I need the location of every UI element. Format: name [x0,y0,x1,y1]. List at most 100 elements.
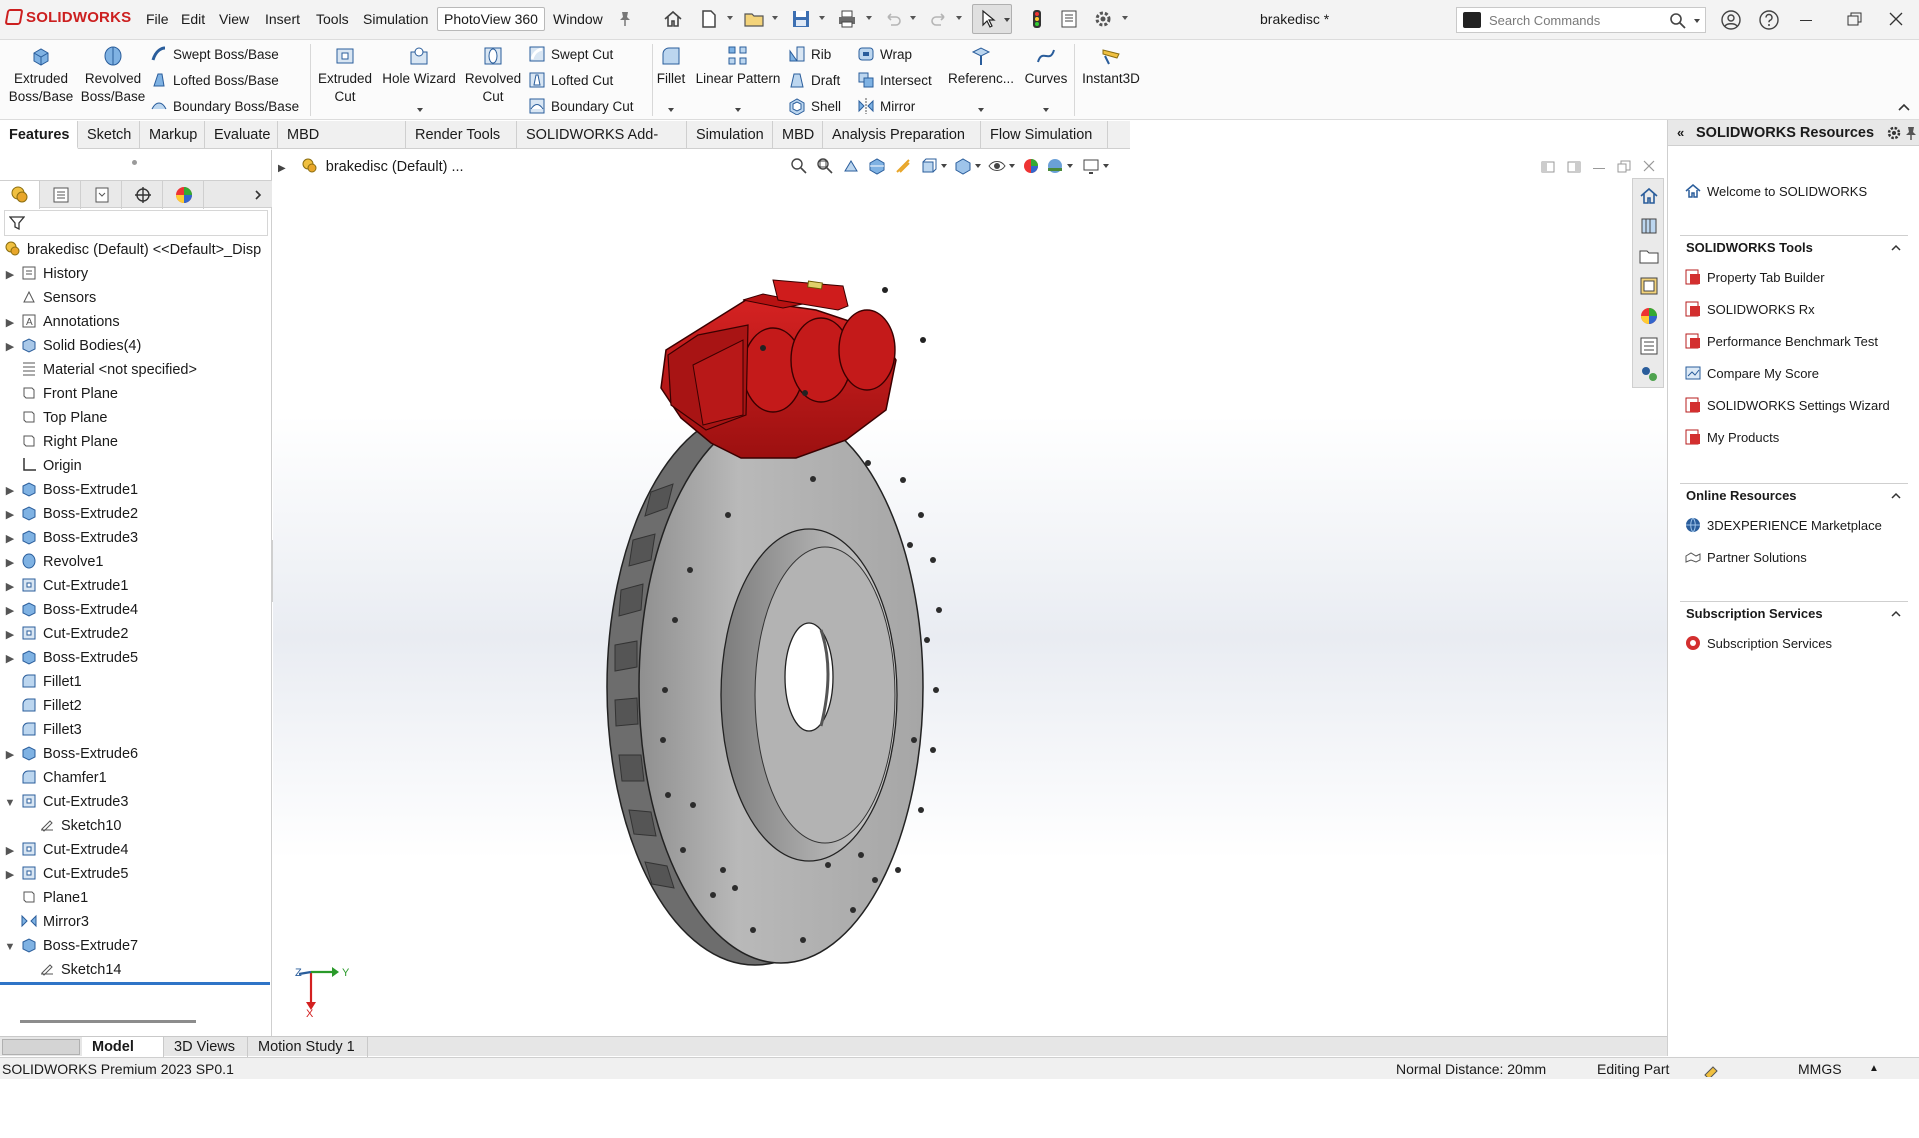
new-document-icon[interactable] [698,8,720,30]
view-orientation-icon[interactable] [920,157,938,175]
tab-sketch[interactable]: Sketch [78,121,140,149]
tree-item-fillet1[interactable]: Fillet1 [4,670,82,694]
account-icon[interactable] [1720,9,1742,31]
bottom-tab-motion-study-1[interactable]: Motion Study 1 [248,1037,368,1057]
tools-link-solidworks-settings-wizard[interactable]: SOLIDWORKS Settings Wizard [1684,396,1890,414]
tab-flow-simulation[interactable]: Flow Simulation [981,121,1108,149]
reference-geometry-button[interactable]: Referenc... [948,44,1014,112]
tree-root-part[interactable]: brakedisc (Default) <<Default>_Disp [0,238,261,262]
tree-item-right-plane[interactable]: Right Plane [4,430,118,454]
tree-item-boss-extrude4[interactable]: ▶ Boss-Extrude4 [4,598,138,622]
collapse-commandmanager-icon[interactable] [1897,100,1911,114]
brake-disc-model[interactable] [273,150,1667,1036]
collapse-section-icon[interactable] [1890,490,1902,502]
save-dropdown-icon[interactable] [819,16,825,20]
save-icon[interactable] [790,8,812,30]
new-dropdown-icon[interactable] [727,16,733,20]
rib-button[interactable]: Rib [788,44,831,66]
tree-item-revolve1[interactable]: ▶ Revolve1 [4,550,103,574]
tree-item-boss-extrude7[interactable]: ▼ Boss-Extrude7 [4,934,139,959]
view-settings-icon[interactable] [1082,157,1100,175]
tree-item-mirror3[interactable]: Mirror3 [4,910,89,934]
tree-item-origin[interactable]: Origin [4,454,82,478]
options-gear-icon[interactable] [1092,8,1114,30]
tools-link-solidworks-rx[interactable]: SOLIDWORKS Rx [1684,300,1815,318]
tab-features[interactable]: Features [0,121,78,149]
tree-item-cut-extrude4[interactable]: ▶ Cut-Extrude4 [4,838,129,863]
hide-show-dropdown[interactable] [1009,164,1015,168]
subscription-link-subscription-services[interactable]: Subscription Services [1684,634,1832,652]
expand-toggle-icon[interactable]: ▶ [4,839,16,863]
search-icon[interactable] [1669,12,1687,30]
tools-section-title[interactable]: SOLIDWORKS Tools [1686,240,1813,255]
expand-toggle-icon[interactable]: ▶ [4,623,16,647]
online-link-3dexperience-marketplace[interactable]: 3DEXPERIENCE Marketplace [1684,516,1882,534]
bottom-tab-model[interactable]: Model [82,1037,164,1057]
tree-item-boss-extrude3[interactable]: ▶ Boss-Extrude3 [4,526,138,550]
hole-wizard-button[interactable]: Hole Wizard [380,44,458,112]
menu-view[interactable]: View [219,11,249,27]
boundary-cut-button[interactable]: Boundary Cut [528,96,634,118]
expand-toggle-icon[interactable]: ▼ [4,935,16,959]
configurationmanager-tab[interactable] [82,181,122,209]
extruded-boss-button[interactable]: Extruded Boss/Base [6,44,76,106]
expand-toggle-icon[interactable]: ▶ [4,263,16,287]
hide-show-items-icon[interactable] [988,157,1006,175]
tab-solidworks-add-ins[interactable]: SOLIDWORKS Add-Ins [517,121,687,171]
mirror-button[interactable]: Mirror [857,96,915,118]
tree-item-plane1[interactable]: Plane1 [4,886,88,910]
expand-toggle-icon[interactable]: ▶ [4,863,16,887]
display-style-icon[interactable] [954,157,972,175]
redo-dropdown-icon[interactable] [956,16,962,20]
tab-scroll-arrows[interactable] [2,1039,80,1055]
tree-filter-field[interactable] [4,210,268,236]
open-dropdown-icon[interactable] [772,16,778,20]
tree-item-chamfer1[interactable]: Chamfer1 [4,766,107,790]
pin-pane-icon[interactable] [1904,125,1918,141]
dynamic-annotation-icon[interactable] [894,157,912,175]
welcome-link[interactable]: Welcome to SOLIDWORKS [1684,182,1867,200]
traffic-light-icon[interactable] [1026,8,1048,30]
custom-properties-icon[interactable] [1638,335,1660,357]
lofted-boss-button[interactable]: Lofted Boss/Base [150,70,279,92]
expand-toggle-icon[interactable]: ▶ [4,503,16,527]
tile-right-icon[interactable] [1567,160,1581,174]
tab-evaluate[interactable]: Evaluate [205,121,278,149]
select-tool-button[interactable] [972,4,1012,34]
viewport-close-button[interactable] [1643,160,1655,172]
view-settings-dropdown[interactable] [1103,164,1109,168]
tree-item-fillet3[interactable]: Fillet3 [4,718,82,742]
tree-item-top-plane[interactable]: Top Plane [4,406,108,430]
edit-appearance-icon[interactable] [1022,157,1040,175]
tools-link-performance-benchmark-test[interactable]: Performance Benchmark Test [1684,332,1878,350]
pin-icon[interactable] [618,10,632,28]
expand-toggle-icon[interactable]: ▶ [4,311,16,335]
expand-toggle-icon[interactable]: ▶ [4,479,16,503]
viewport-minimize-button[interactable] [1593,168,1605,169]
dimxpertmanager-tab[interactable] [123,181,163,209]
menu-file[interactable]: File [146,11,169,27]
swept-cut-button[interactable]: Swept Cut [528,44,613,66]
tab-render-tools[interactable]: Render Tools [406,121,517,149]
linear-pattern-button[interactable]: Linear Pattern [692,44,784,112]
unit-system[interactable]: MMGS [1798,1058,1842,1080]
fillet-button[interactable]: Fillet [652,44,690,112]
apply-scene-dropdown[interactable] [1067,164,1073,168]
menu-insert[interactable]: Insert [265,11,300,27]
menu-photoview[interactable]: PhotoView 360 [437,7,545,31]
tree-item-material-not-specified[interactable]: Material <not specified> [4,358,197,382]
file-explorer-icon[interactable] [1638,245,1660,267]
tile-left-icon[interactable] [1541,160,1555,174]
tree-item-boss-extrude2[interactable]: ▶ Boss-Extrude2 [4,502,138,526]
collapse-section-icon[interactable] [1890,608,1902,620]
undo-dropdown-icon[interactable] [910,16,916,20]
apply-scene-icon[interactable] [1046,157,1064,175]
tree-item-cut-extrude1[interactable]: ▶ Cut-Extrude1 [4,574,129,598]
display-style-dropdown[interactable] [975,164,981,168]
tree-item-history[interactable]: ▶ History [4,262,88,286]
search-dropdown-icon[interactable] [1694,19,1700,23]
design-library-icon[interactable] [1638,215,1660,237]
search-input[interactable] [1487,11,1667,29]
expand-toggle-icon[interactable]: ▶ [4,335,16,359]
tree-item-boss-extrude1[interactable]: ▶ Boss-Extrude1 [4,478,138,502]
